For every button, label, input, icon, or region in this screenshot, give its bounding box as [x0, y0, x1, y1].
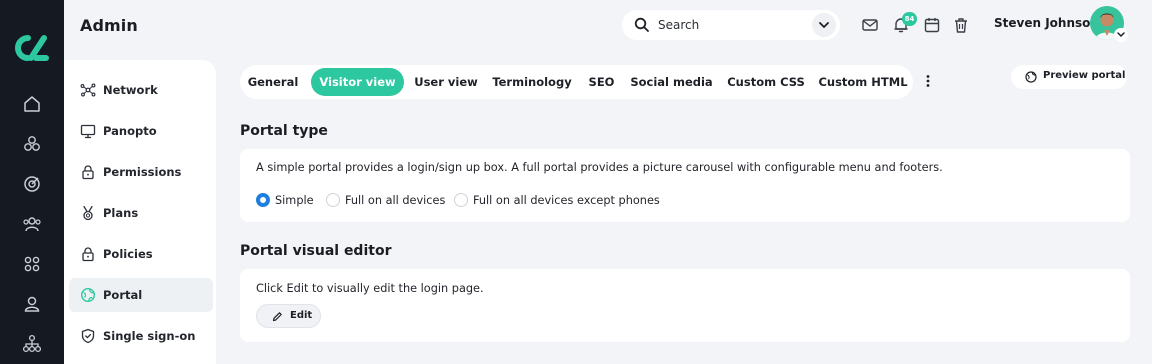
- tab-terminology[interactable]: Terminology: [488, 68, 576, 96]
- search-box[interactable]: Search: [622, 10, 840, 40]
- sidebar-item-plans[interactable]: Plans: [69, 196, 213, 230]
- radio-button[interactable]: [256, 193, 270, 207]
- network-icon: [80, 83, 96, 97]
- portal-type-description: A simple portal provides a login/sign up…: [256, 161, 943, 174]
- mail-icon[interactable]: [861, 16, 879, 34]
- search-dropdown-button[interactable]: [812, 13, 836, 37]
- globe-icon: [1025, 71, 1037, 83]
- radio-label: Full on all devices: [345, 194, 446, 207]
- sidebar-item-portal[interactable]: Portal: [69, 278, 213, 312]
- cubes-icon[interactable]: [22, 134, 42, 154]
- sidebar-item-policies[interactable]: Policies: [69, 237, 213, 271]
- page-title: Admin: [80, 16, 138, 35]
- radio-label: Simple: [275, 194, 314, 207]
- edit-button[interactable]: Edit: [256, 304, 321, 328]
- sidebar-item-single-sign-on[interactable]: Single sign-on: [69, 319, 213, 353]
- sidebar-item-label: Policies: [103, 247, 153, 261]
- trash-icon[interactable]: [952, 16, 970, 34]
- sidebar-item-panopto[interactable]: Panopto: [69, 114, 213, 148]
- tab-bar: General Visitor view User view Terminolo…: [240, 65, 913, 99]
- left-rail: [0, 0, 64, 364]
- portal-type-heading: Portal type: [240, 123, 328, 139]
- chevron-down-icon: [819, 22, 829, 28]
- users-icon[interactable]: [22, 214, 42, 234]
- edit-button-label: Edit: [290, 310, 313, 321]
- sidebar-item-permissions[interactable]: Permissions: [69, 155, 213, 189]
- pencil-icon: [272, 312, 282, 322]
- user-menu-button[interactable]: [1114, 28, 1128, 42]
- calendar-icon[interactable]: [923, 16, 941, 34]
- preview-portal-button[interactable]: Preview portal: [1011, 65, 1127, 89]
- monitor-icon: [80, 124, 96, 139]
- tab-seo[interactable]: SEO: [584, 68, 619, 96]
- medal-icon: [83, 205, 93, 221]
- grid-icon[interactable]: [22, 254, 42, 274]
- home-icon[interactable]: [22, 94, 42, 114]
- tab-social-media[interactable]: Social media: [627, 68, 716, 96]
- app-logo[interactable]: [14, 34, 50, 62]
- settings-sidebar: Network Panopto Permissions Plans Polici…: [64, 60, 216, 364]
- notification-badge: 84: [902, 12, 917, 26]
- radio-button[interactable]: [454, 193, 468, 207]
- target-icon[interactable]: [22, 174, 42, 194]
- sidebar-item-network[interactable]: Network: [69, 73, 213, 107]
- user-icon[interactable]: [22, 294, 42, 314]
- tab-general[interactable]: General: [243, 68, 303, 96]
- more-options-icon[interactable]: [920, 73, 936, 89]
- search-icon: [634, 17, 649, 32]
- sidebar-item-label: Plans: [103, 206, 139, 220]
- sitemap-icon[interactable]: [22, 334, 42, 354]
- visual-editor-heading: Portal visual editor: [240, 243, 392, 259]
- tab-visitor-view[interactable]: Visitor view: [311, 68, 404, 96]
- tab-custom-html[interactable]: Custom HTML: [816, 68, 910, 96]
- sidebar-item-label: Single sign-on: [103, 329, 196, 343]
- visual-editor-description: Click Edit to visually edit the login pa…: [256, 282, 484, 295]
- shield-icon: [81, 328, 95, 344]
- user-name[interactable]: Steven Johnson: [994, 16, 1099, 30]
- search-input[interactable]: Search: [658, 18, 699, 32]
- sidebar-item-label: Permissions: [103, 165, 182, 179]
- radio-label: Full on all devices except phones: [473, 194, 660, 207]
- sidebar-item-label: Portal: [103, 288, 143, 302]
- globe-icon: [80, 287, 96, 303]
- sidebar-item-label: Network: [103, 83, 158, 97]
- portal-type-card: A simple portal provides a login/sign up…: [240, 149, 1130, 222]
- radio-button[interactable]: [326, 193, 340, 207]
- tab-custom-css[interactable]: Custom CSS: [724, 68, 808, 96]
- sidebar-item-label: Panopto: [103, 124, 157, 138]
- chevron-down-icon: [1117, 32, 1125, 38]
- lock-icon: [82, 165, 94, 180]
- visual-editor-card: Click Edit to visually edit the login pa…: [240, 269, 1130, 342]
- preview-portal-label: Preview portal: [1043, 70, 1126, 81]
- lock-icon: [82, 247, 94, 262]
- tab-user-view[interactable]: User view: [412, 68, 480, 96]
